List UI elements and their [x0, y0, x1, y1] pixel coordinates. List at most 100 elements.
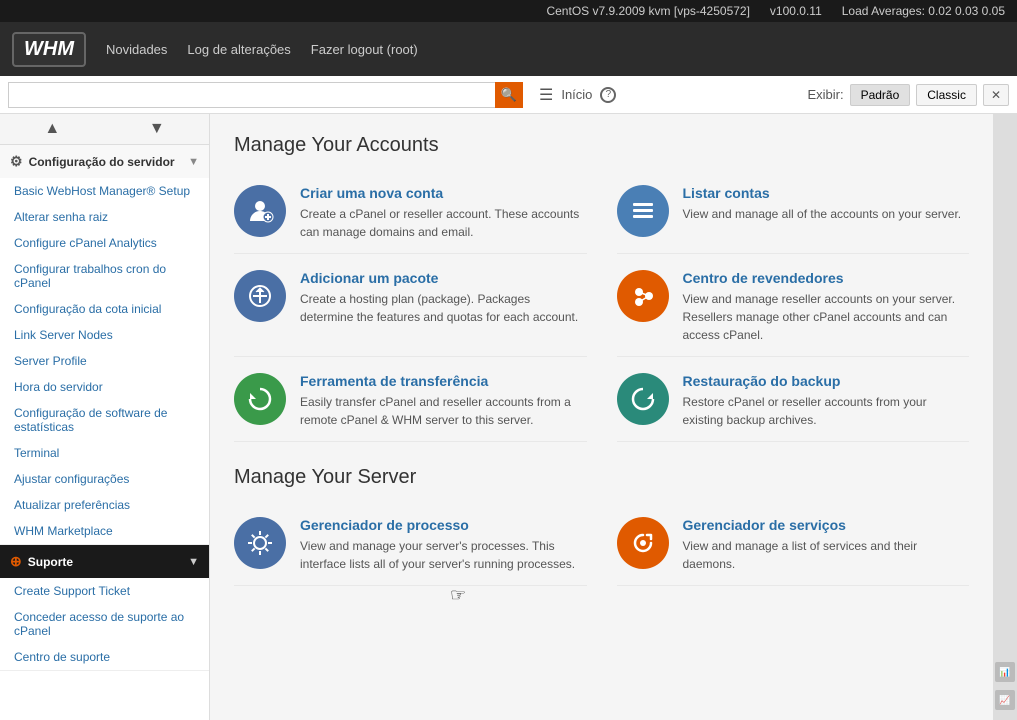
- card-gerenciador-processo[interactable]: Gerenciador de processo View and manage …: [234, 505, 587, 586]
- card-ferramenta-transferencia-title: Ferramenta de transferência: [300, 373, 587, 389]
- sidebar-section-suporte: ⊕ Suporte ▼ Create Support Ticket Conced…: [0, 545, 209, 671]
- sidebar-item-terminal[interactable]: Terminal: [0, 440, 209, 466]
- card-ferramenta-transferencia[interactable]: Ferramenta de transferência Easily trans…: [234, 361, 587, 442]
- topbar: CentOS v7.9.2009 kvm [vps-4250572] v100.…: [0, 0, 1017, 22]
- suporte-label: Suporte: [28, 555, 73, 569]
- sidebar-item-alterar-senha[interactable]: Alterar senha raiz: [0, 204, 209, 230]
- sidebar-item-atualizar-prefs[interactable]: Atualizar preferências: [0, 492, 209, 518]
- display-clear-button[interactable]: ✕: [983, 84, 1009, 106]
- sidebar-section-suporte-header[interactable]: ⊕ Suporte ▼: [0, 545, 209, 578]
- card-listar-contas-content: Listar contas View and manage all of the…: [683, 185, 970, 223]
- card-listar-contas[interactable]: Listar contas View and manage all of the…: [617, 173, 970, 254]
- sidebar-item-conceder-acesso[interactable]: Conceder acesso de suporte ao cPanel: [0, 604, 209, 644]
- sidebar-item-centro-suporte[interactable]: Centro de suporte: [0, 644, 209, 670]
- main-layout: ▲ ▼ ⚙ Configuração do servidor ▼ Basic W…: [0, 114, 1017, 720]
- sidebar-item-link-nodes[interactable]: Link Server Nodes: [0, 322, 209, 348]
- card-criar-conta-icon: [234, 185, 286, 237]
- manage-server-title: Manage Your Server: [234, 466, 969, 489]
- nav-log-alteracoes[interactable]: Log de alterações: [187, 42, 290, 57]
- suporte-icon: ⊕: [10, 553, 22, 570]
- display-label: Exibir:: [807, 87, 843, 102]
- sidebar-up-arrow[interactable]: ▲: [0, 114, 105, 144]
- sidebar: ▲ ▼ ⚙ Configuração do servidor ▼ Basic W…: [0, 114, 210, 720]
- right-panel-btn-2[interactable]: 📈: [995, 690, 1015, 710]
- card-gerenciador-servicos-title: Gerenciador de serviços: [683, 517, 970, 533]
- load-averages: Load Averages: 0.02 0.03 0.05: [842, 4, 1005, 18]
- card-adicionar-pacote-icon: [234, 270, 286, 322]
- config-servidor-icon: ⚙: [10, 153, 23, 170]
- card-adicionar-pacote-desc: Create a hosting plan (package). Package…: [300, 290, 587, 326]
- server-cards-grid: Gerenciador de processo View and manage …: [234, 505, 969, 586]
- card-gerenciador-servicos-icon: [617, 517, 669, 569]
- logo: WHM: [12, 32, 86, 67]
- card-centro-revendedores-icon: [617, 270, 669, 322]
- search-button[interactable]: 🔍: [495, 82, 523, 108]
- sidebar-item-cpanel-analytics[interactable]: Configure cPanel Analytics: [0, 230, 209, 256]
- nav-novidades[interactable]: Novidades: [106, 42, 167, 57]
- display-classic-button[interactable]: Classic: [916, 84, 977, 106]
- help-icon[interactable]: ?: [600, 87, 616, 103]
- sidebar-item-server-profile[interactable]: Server Profile: [0, 348, 209, 374]
- card-ferramenta-transferencia-content: Ferramenta de transferência Easily trans…: [300, 373, 587, 429]
- accounts-cards-grid: Criar uma nova conta Create a cPanel or …: [234, 173, 969, 442]
- card-ferramenta-transferencia-desc: Easily transfer cPanel and reseller acco…: [300, 393, 587, 429]
- card-criar-conta-title: Criar uma nova conta: [300, 185, 587, 201]
- card-criar-conta-desc: Create a cPanel or reseller account. The…: [300, 205, 587, 241]
- breadcrumb-text: Início: [561, 87, 592, 102]
- card-centro-revendedores-content: Centro de revendedores View and manage r…: [683, 270, 970, 344]
- sidebar-item-cron[interactable]: Configurar trabalhos cron do cPanel: [0, 256, 209, 296]
- hamburger-icon[interactable]: ☰: [539, 85, 553, 105]
- right-panel-btn-1[interactable]: 📊: [995, 662, 1015, 682]
- card-gerenciador-servicos-content: Gerenciador de serviços View and manage …: [683, 517, 970, 573]
- suporte-arrow: ▼: [188, 556, 199, 568]
- sidebar-item-create-support-ticket[interactable]: Create Support Ticket: [0, 578, 209, 604]
- sidebar-section-config-servidor-header[interactable]: ⚙ Configuração do servidor ▼: [0, 145, 209, 178]
- nav-logout[interactable]: Fazer logout (root): [311, 42, 418, 57]
- card-restauracao-backup-desc: Restore cPanel or reseller accounts from…: [683, 393, 970, 429]
- card-listar-contas-desc: View and manage all of the accounts on y…: [683, 205, 970, 223]
- content-area: Manage Your Accounts Criar uma nova cont…: [210, 114, 993, 720]
- sidebar-item-ajustar-config[interactable]: Ajustar configurações: [0, 466, 209, 492]
- card-restauracao-backup-content: Restauração do backup Restore cPanel or …: [683, 373, 970, 429]
- card-gerenciador-processo-desc: View and manage your server's processes.…: [300, 537, 587, 573]
- version-info: v100.0.11: [770, 4, 822, 18]
- card-criar-conta[interactable]: Criar uma nova conta Create a cPanel or …: [234, 173, 587, 254]
- card-criar-conta-content: Criar uma nova conta Create a cPanel or …: [300, 185, 587, 241]
- card-ferramenta-transferencia-icon: [234, 373, 286, 425]
- card-gerenciador-servicos[interactable]: Gerenciador de serviços View and manage …: [617, 505, 970, 586]
- sidebar-item-cota[interactable]: Configuração da cota inicial: [0, 296, 209, 322]
- sidebar-item-whm-marketplace[interactable]: WHM Marketplace: [0, 518, 209, 544]
- breadcrumb: ☰ Início ? Exibir: Padrão Classic ✕: [539, 84, 1009, 106]
- card-listar-contas-title: Listar contas: [683, 185, 970, 201]
- card-gerenciador-processo-title: Gerenciador de processo: [300, 517, 587, 533]
- card-adicionar-pacote[interactable]: Adicionar um pacote Create a hosting pla…: [234, 258, 587, 357]
- header: WHM Novidades Log de alterações Fazer lo…: [0, 22, 1017, 76]
- config-servidor-label: Configuração do servidor: [29, 155, 175, 169]
- card-gerenciador-servicos-desc: View and manage a list of services and t…: [683, 537, 970, 573]
- search-bar: 🔍 ☰ Início ? Exibir: Padrão Classic ✕: [0, 76, 1017, 114]
- card-adicionar-pacote-content: Adicionar um pacote Create a hosting pla…: [300, 270, 587, 326]
- display-controls: Exibir: Padrão Classic ✕: [807, 84, 1009, 106]
- sidebar-section-config-servidor: ⚙ Configuração do servidor ▼ Basic WebHo…: [0, 145, 209, 545]
- card-gerenciador-processo-content: Gerenciador de processo View and manage …: [300, 517, 587, 573]
- manage-accounts-title: Manage Your Accounts: [234, 134, 969, 157]
- card-restauracao-backup-title: Restauração do backup: [683, 373, 970, 389]
- sidebar-nav-arrows: ▲ ▼: [0, 114, 209, 145]
- sidebar-down-arrow[interactable]: ▼: [105, 114, 210, 144]
- display-padrao-button[interactable]: Padrão: [850, 84, 911, 106]
- card-centro-revendedores-desc: View and manage reseller accounts on you…: [683, 290, 970, 344]
- card-centro-revendedores-title: Centro de revendedores: [683, 270, 970, 286]
- card-restauracao-backup-icon: [617, 373, 669, 425]
- card-adicionar-pacote-title: Adicionar um pacote: [300, 270, 587, 286]
- sidebar-item-config-software[interactable]: Configuração de software de estatísticas: [0, 400, 209, 440]
- config-servidor-arrow: ▼: [188, 156, 199, 168]
- card-listar-contas-icon: [617, 185, 669, 237]
- sidebar-item-basic-webhost[interactable]: Basic WebHost Manager® Setup: [0, 178, 209, 204]
- sidebar-item-hora-servidor[interactable]: Hora do servidor: [0, 374, 209, 400]
- card-centro-revendedores[interactable]: Centro de revendedores View and manage r…: [617, 258, 970, 357]
- card-restauracao-backup[interactable]: Restauração do backup Restore cPanel or …: [617, 361, 970, 442]
- card-gerenciador-processo-icon: [234, 517, 286, 569]
- server-info: CentOS v7.9.2009 kvm [vps-4250572]: [546, 4, 749, 18]
- right-panel: 📊 📈: [993, 114, 1017, 720]
- search-input[interactable]: [8, 82, 495, 108]
